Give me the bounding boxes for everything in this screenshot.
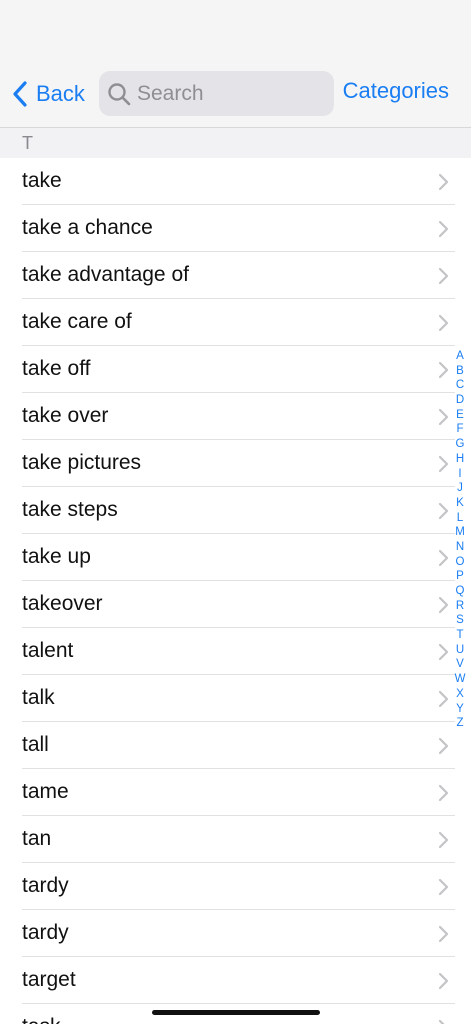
list-item[interactable]: take xyxy=(22,158,455,205)
list-item[interactable]: tardy xyxy=(22,863,455,910)
index-letter[interactable]: B xyxy=(456,364,464,379)
chevron-right-icon xyxy=(438,455,449,473)
list-item-label: talent xyxy=(22,639,74,662)
list-item-label: take pictures xyxy=(22,451,142,474)
list-item-label: tardy xyxy=(22,874,69,897)
list-item-label: take over xyxy=(22,404,109,427)
list-item[interactable]: tan xyxy=(22,816,455,863)
chevron-right-icon xyxy=(438,784,449,802)
chevron-right-icon xyxy=(438,596,449,614)
chevron-right-icon xyxy=(438,925,449,943)
index-letter[interactable]: Q xyxy=(456,584,465,599)
list-item-label: take off xyxy=(22,357,91,380)
list-item-label: take steps xyxy=(22,498,118,521)
list-item-label: take advantage of xyxy=(22,263,189,286)
index-letter[interactable]: J xyxy=(457,481,463,496)
search-icon xyxy=(108,82,131,105)
chevron-left-icon xyxy=(13,81,27,107)
index-letter[interactable]: R xyxy=(456,599,464,614)
list-item[interactable]: tame xyxy=(22,769,455,816)
list-item-label: takeover xyxy=(22,592,103,615)
search-input[interactable] xyxy=(137,81,317,106)
index-letter[interactable]: Z xyxy=(456,716,463,731)
list-item[interactable]: tall xyxy=(22,722,455,769)
list-item[interactable]: take steps xyxy=(22,487,455,534)
back-button[interactable]: Back xyxy=(12,76,85,112)
navigation-bar: Back Categories xyxy=(0,0,471,128)
index-letter[interactable]: K xyxy=(456,496,464,511)
list-item[interactable]: talk xyxy=(22,675,455,722)
index-letter[interactable]: I xyxy=(458,467,461,482)
index-letter[interactable]: F xyxy=(456,422,463,437)
index-letter[interactable]: U xyxy=(456,643,464,658)
chevron-right-icon xyxy=(438,643,449,661)
list-item-label: tame xyxy=(22,780,69,803)
index-letter[interactable]: O xyxy=(456,555,465,570)
chevron-right-icon xyxy=(438,878,449,896)
index-letter[interactable]: M xyxy=(455,525,465,540)
section-header: T xyxy=(0,128,471,158)
search-field[interactable] xyxy=(99,71,334,116)
list-item-label: take xyxy=(22,169,62,192)
index-letter[interactable]: V xyxy=(456,657,464,672)
list-item-label: take a chance xyxy=(22,216,153,239)
list-item[interactable]: tardy xyxy=(22,910,455,957)
list-item[interactable]: take pictures xyxy=(22,440,455,487)
list-item[interactable]: take a chance xyxy=(22,205,455,252)
list-item[interactable]: take advantage of xyxy=(22,252,455,299)
list-item-label: tan xyxy=(22,827,52,850)
chevron-right-icon xyxy=(438,737,449,755)
index-letter[interactable]: H xyxy=(456,452,464,467)
index-letter[interactable]: S xyxy=(456,613,464,628)
list-item[interactable]: take over xyxy=(22,393,455,440)
list-item-label: tardy xyxy=(22,921,69,944)
chevron-right-icon xyxy=(438,314,449,332)
alphabet-index[interactable]: ABCDEFGHIJKLMNOPQRSTUVWXYZ xyxy=(453,349,467,731)
list-item[interactable]: take off xyxy=(22,346,455,393)
index-letter[interactable]: W xyxy=(455,672,466,687)
chevron-right-icon xyxy=(438,549,449,567)
chevron-right-icon xyxy=(438,831,449,849)
index-letter[interactable]: P xyxy=(456,569,464,584)
list-item[interactable]: target xyxy=(22,957,455,1004)
chevron-right-icon xyxy=(438,173,449,191)
index-letter[interactable]: L xyxy=(457,511,463,526)
chevron-right-icon xyxy=(438,1019,445,1024)
list-item[interactable]: talent xyxy=(22,628,455,675)
chevron-right-icon xyxy=(438,408,449,426)
list-item-label: tall xyxy=(22,733,49,756)
index-letter[interactable]: N xyxy=(456,540,464,555)
chevron-right-icon xyxy=(438,972,449,990)
categories-button[interactable]: Categories xyxy=(343,78,449,104)
back-label: Back xyxy=(36,81,85,106)
index-letter[interactable]: E xyxy=(456,408,464,423)
list-item-label: take care of xyxy=(22,310,132,333)
list-item-label: target xyxy=(22,968,76,991)
list-item-label: task xyxy=(22,1004,61,1024)
chevron-right-icon xyxy=(438,502,449,520)
list-item[interactable]: takeover xyxy=(22,581,455,628)
chevron-right-icon xyxy=(438,361,449,379)
list-item-label: take up xyxy=(22,545,91,568)
index-letter[interactable]: X xyxy=(456,687,464,702)
index-letter[interactable]: A xyxy=(456,349,464,364)
chevron-right-icon xyxy=(438,690,449,708)
index-letter[interactable]: C xyxy=(456,378,464,393)
chevron-right-icon xyxy=(438,220,449,238)
word-list: take take a chance take advantage of take c… xyxy=(0,158,471,1024)
index-letter[interactable]: G xyxy=(456,437,465,452)
list-item[interactable]: take care of xyxy=(22,299,455,346)
chevron-right-icon xyxy=(438,267,449,285)
index-letter[interactable]: Y xyxy=(456,702,464,717)
list-item-label: talk xyxy=(22,686,55,709)
index-letter[interactable]: D xyxy=(456,393,464,408)
list-item[interactable]: take up xyxy=(22,534,455,581)
index-letter[interactable]: T xyxy=(456,628,463,643)
home-indicator xyxy=(152,1010,320,1015)
word-list-screen: Back Categories T take take a chance take … xyxy=(0,0,471,1024)
